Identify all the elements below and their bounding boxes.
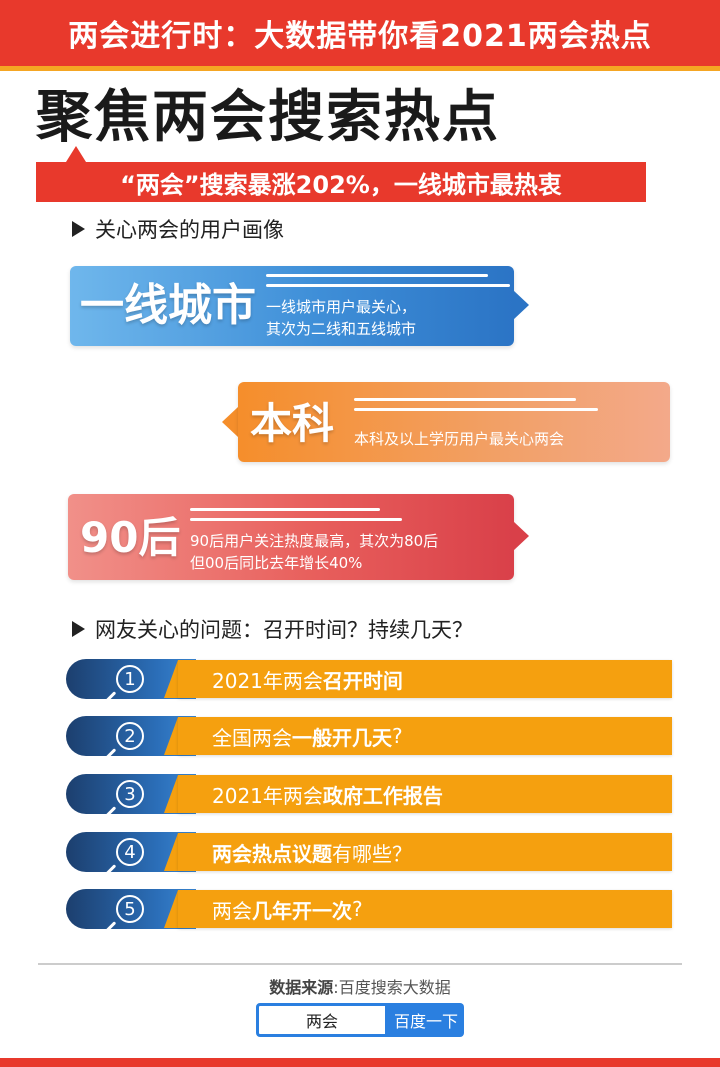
question-row-slant (164, 775, 178, 813)
question-text-pre: 2021年两会 (212, 783, 323, 808)
persona-card-age-desc-line1: 90后用户关注热度最高，其次为80后 (190, 532, 439, 550)
question-row-slant (164, 833, 178, 871)
search-button[interactable]: 百度一下 (388, 1003, 464, 1037)
question-text-pre: 全国两会 (212, 725, 292, 750)
section-users-heading-text: 关心两会的用户画像 (95, 218, 284, 242)
persona-card-degree-label: 本科 (250, 399, 335, 448)
ribbon-text: “两会”搜索暴涨202%，一线城市最热衷 (120, 170, 562, 199)
triangle-bullet-icon (72, 621, 85, 637)
ribbon-pointer (66, 146, 86, 162)
triangle-bullet-icon (72, 221, 85, 237)
persona-card-city-desc: 一线城市用户最关心， 其次为二线和五线城市 (266, 296, 416, 340)
banner-title: 两会进行时：大数据带你看2021两会热点 (68, 19, 652, 54)
magnifier-icon: 5 (116, 895, 144, 923)
question-text-bold: 召开时间 (322, 668, 403, 693)
persona-card-age-desc: 90后用户关注热度最高，其次为80后 但00后同比去年增长40% (190, 530, 438, 574)
question-text-bold: 政府工作报告 (322, 783, 443, 808)
data-source-value: 百度搜索大数据 (338, 978, 451, 997)
data-source-label: 数据来源 (269, 978, 334, 997)
question-text: 全国两会 一般开几天? (212, 717, 403, 755)
question-text: 两会 几年开一次? (212, 890, 363, 928)
magnifier-icon: 4 (116, 838, 144, 866)
deco-line (190, 518, 402, 521)
section-questions-heading: 网友关心的问题：召开时间？持续几天？ (72, 614, 473, 644)
section-questions-heading-text: 网友关心的问题：召开时间？持续几天？ (95, 618, 473, 642)
persona-card-city-desc-line2: 其次为二线和五线城市 (266, 320, 417, 338)
deco-line (190, 508, 380, 511)
data-source: 数据来源:百度搜索大数据 (0, 974, 720, 998)
question-text-post: ? (392, 724, 403, 748)
question-text-post: 有哪些？ (332, 841, 412, 866)
magnifier-icon: 3 (116, 780, 144, 808)
question-text: 2021年两会 召开时间 (212, 660, 403, 698)
question-text-pre: 2021年两会 (212, 668, 323, 693)
persona-card-city-desc-line1: 一线城市用户最关心， (266, 298, 417, 316)
question-text-bold: 一般开几天 (292, 725, 392, 750)
deco-line (266, 274, 488, 277)
bottom-bar (0, 1058, 720, 1067)
deco-line (354, 398, 576, 401)
persona-card-city-label: 一线城市 (80, 280, 256, 331)
persona-card-city-pointer (513, 290, 529, 320)
persona-card-age-label: 90后 (80, 513, 181, 562)
question-row-slant (164, 717, 178, 755)
magnifier-icon: 2 (116, 722, 144, 750)
persona-card-degree-desc: 本科及以上学历用户最关心两会 (354, 430, 565, 448)
persona-card-degree-pointer (222, 407, 238, 437)
question-text: 两会热点议题 有哪些？ (212, 833, 412, 871)
question-text-bold: 几年开一次 (252, 898, 352, 923)
section-users-heading: 关心两会的用户画像 (72, 214, 284, 244)
deco-line (354, 408, 598, 411)
question-text: 2021年两会 政府工作报告 (212, 775, 443, 813)
question-text-post: ? (352, 897, 363, 921)
search-input[interactable]: 两会 (256, 1003, 388, 1037)
deco-line (266, 284, 510, 287)
question-text-pre: 两会 (212, 898, 252, 923)
question-row-slant (164, 660, 178, 698)
banner-underline (0, 66, 720, 71)
question-text-bold: 两会热点议题 (212, 841, 332, 866)
persona-card-age-desc-line2: 但00后同比去年增长40% (190, 554, 363, 572)
magnifier-icon: 1 (116, 665, 144, 693)
persona-card-age-pointer (513, 521, 529, 551)
page-title: 聚焦两会搜索热点 (36, 85, 500, 150)
footer-divider (38, 963, 682, 965)
question-row-slant (164, 890, 178, 928)
